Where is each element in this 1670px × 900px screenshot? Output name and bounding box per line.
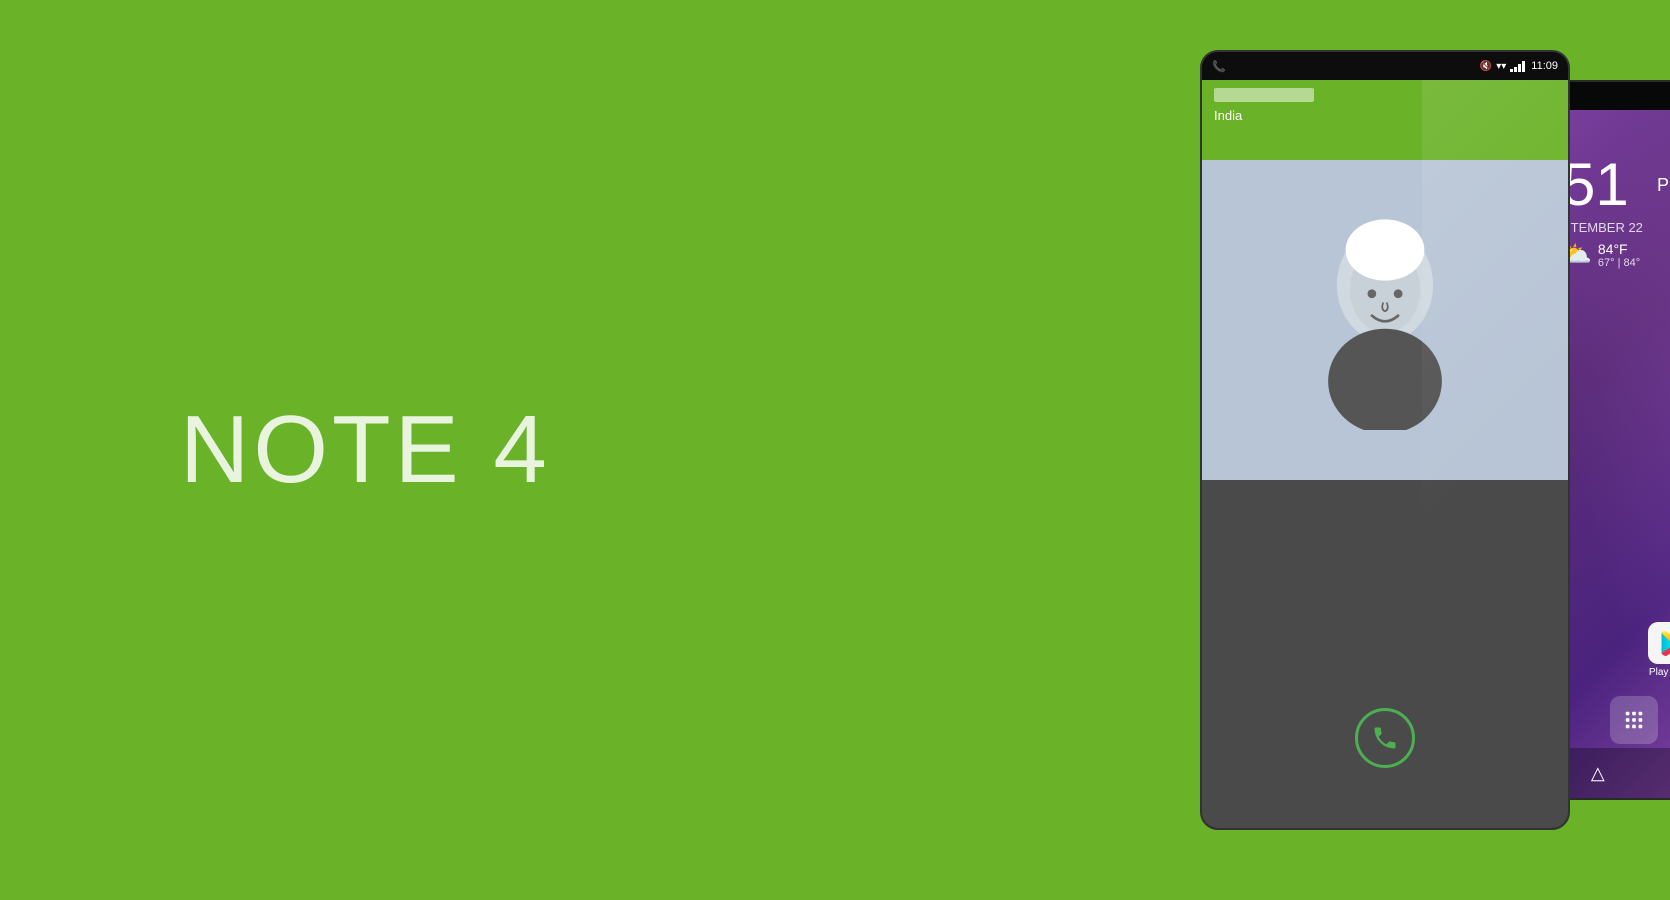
- answer-button[interactable]: [1355, 708, 1415, 768]
- caller-location: India: [1214, 108, 1556, 123]
- play-store-label: Play Store: [1649, 667, 1670, 678]
- mute-icon: 🔇: [1480, 61, 1492, 72]
- home-ampm: PM: [1657, 175, 1670, 196]
- weather-widget: ⛅ 84°F 67° | 84°: [1562, 240, 1640, 269]
- home-button-2[interactable]: △: [1591, 763, 1605, 784]
- apps-grid-app[interactable]: [1606, 692, 1662, 748]
- grid-icon: [1610, 696, 1658, 744]
- page-title: NOTE 4: [180, 395, 551, 505]
- signal-bars-1: [1510, 60, 1525, 72]
- caller-bar: India: [1202, 80, 1568, 160]
- play-store-app[interactable]: Play Store: [1644, 622, 1670, 678]
- status-bar-1: 📞 🔇 ▾▾ 11:09: [1202, 52, 1568, 80]
- status-icons-1: 🔇 ▾▾ 11:09: [1480, 60, 1558, 72]
- weather-temp: 84°F: [1598, 241, 1640, 257]
- wifi-icon-1: ▾▾: [1496, 61, 1506, 72]
- contact-avatar-area: [1202, 160, 1568, 480]
- phones-showcase: 📞 🔇 ▾▾ 11:09 India INCOMING CALL: [1200, 50, 1570, 830]
- home-date: PTEMBER 22: [1562, 220, 1643, 235]
- play-store-icon: [1648, 622, 1670, 664]
- caller-name-placeholder: [1214, 88, 1314, 102]
- contact-avatar-svg: [1315, 210, 1455, 430]
- home-time: 51: [1562, 150, 1629, 219]
- phone-icon: 📞: [1212, 60, 1226, 73]
- weather-low-high: 67° | 84°: [1598, 257, 1640, 269]
- phone-front: 📞 🔇 ▾▾ 11:09 India INCOMING CALL: [1200, 50, 1570, 830]
- phone1-screen: India INCOMING CALL: [1202, 80, 1568, 828]
- time-1: 11:09: [1531, 60, 1558, 72]
